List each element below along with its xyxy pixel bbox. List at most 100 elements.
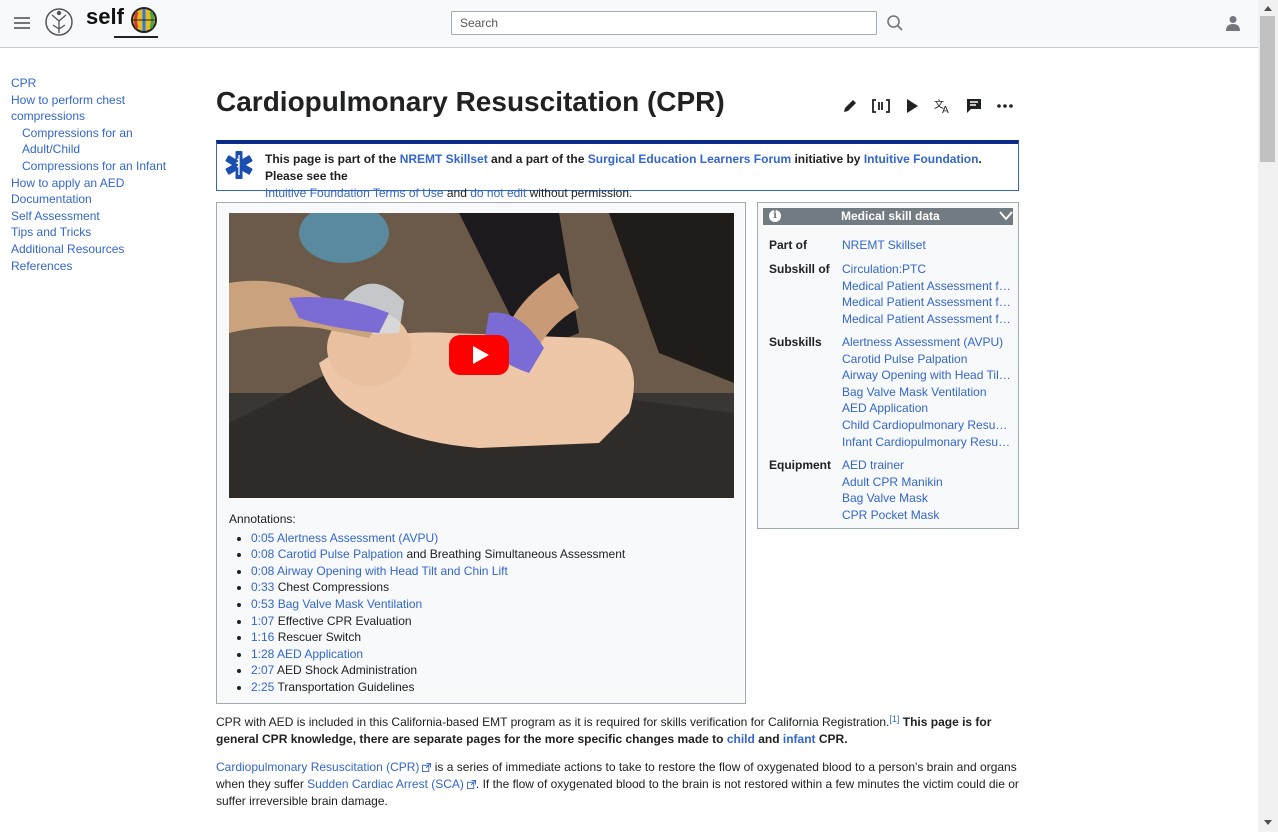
annotation-text: Chest Compressions xyxy=(274,580,390,595)
scroll-up-arrow-icon[interactable] xyxy=(1264,6,1272,11)
intuitive-foundation-link[interactable]: Intuitive Foundation xyxy=(864,152,979,166)
infobox-link[interactable]: Adult CPR Manikin xyxy=(842,474,1012,491)
star-of-life-icon xyxy=(225,151,253,179)
toc-item-chest-compressions[interactable]: How to perform chest compressions xyxy=(11,92,191,125)
list-item: 1:16 Rescuer Switch xyxy=(251,629,625,646)
edit-icon[interactable] xyxy=(838,96,862,116)
toc-item-cpr[interactable]: CPR xyxy=(11,75,191,92)
scroll-down-arrow-icon[interactable] xyxy=(1264,820,1272,825)
hamburger-menu-icon[interactable] xyxy=(14,14,30,32)
annotation-text: Rescuer Switch xyxy=(274,630,362,645)
list-item: 2:07 AED Shock Administration xyxy=(251,662,625,679)
timestamp-link[interactable]: 1:07 xyxy=(251,614,274,628)
child-cpr-link[interactable]: child xyxy=(727,732,755,746)
terms-of-use-link[interactable]: Intuitive Foundation Terms of Use xyxy=(265,186,444,200)
notice-text-1: This page is part of the xyxy=(265,152,400,166)
cpr-external-link[interactable]: Cardiopulmonary Resuscitation (CPR) xyxy=(216,760,419,774)
timestamp-link[interactable]: 0:53 xyxy=(251,597,274,611)
annotation-link[interactable]: Airway Opening with Head Tilt and Chin L… xyxy=(274,564,508,578)
infobox-link[interactable]: Circulation:PTC xyxy=(842,261,1012,278)
vertical-scrollbar[interactable] xyxy=(1258,0,1278,832)
list-item: 0:08 Carotid Pulse Palpation and Breathi… xyxy=(251,546,625,563)
talk-icon[interactable] xyxy=(962,96,986,116)
annotation-text: Effective CPR Evaluation xyxy=(274,613,412,628)
infobox-label: Equipment xyxy=(769,458,831,472)
top-header: self xyxy=(0,0,1258,48)
source-icon[interactable] xyxy=(869,96,893,116)
search-input[interactable] xyxy=(451,11,877,35)
toc-item-references[interactable]: References xyxy=(11,258,191,275)
timestamp-link[interactable]: 2:07 xyxy=(251,663,274,677)
infobox-link[interactable]: Medical Patient Assessment for… xyxy=(842,294,1012,311)
timestamp-link[interactable]: 1:28 xyxy=(251,647,274,661)
infobox-link[interactable]: Infant Cardiopulmonary Resusc… xyxy=(842,434,1012,451)
translate-icon[interactable]: 文A xyxy=(931,96,955,116)
infobox-header[interactable]: i Medical skill data xyxy=(763,208,1013,225)
video-player[interactable] xyxy=(229,213,734,498)
scroll-thumb[interactable] xyxy=(1260,16,1275,162)
sca-external-link[interactable]: Sudden Cardiac Arrest (SCA) xyxy=(307,777,464,791)
annotation-link[interactable]: Alertness Assessment (AVPU) xyxy=(274,531,438,545)
infobox-link[interactable]: Child Cardiopulmonary Resusci… xyxy=(842,417,1012,434)
infobox-link[interactable]: Bag Valve Mask xyxy=(842,490,1012,507)
infobox-link[interactable]: Medical Patient Assessment for… xyxy=(842,311,1012,328)
timestamp-link[interactable]: 0:08 xyxy=(251,564,274,578)
logo-emblem-icon[interactable] xyxy=(44,5,74,39)
user-icon[interactable] xyxy=(1226,15,1240,31)
annotation-text: Transportation Guidelines xyxy=(274,679,415,694)
timestamp-link[interactable]: 0:33 xyxy=(251,580,274,594)
infobox-link[interactable]: CPR Pocket Mask xyxy=(842,507,1012,524)
logo-underline xyxy=(114,36,158,38)
timestamp-link[interactable]: 2:25 xyxy=(251,680,274,694)
more-icon[interactable] xyxy=(993,96,1017,116)
annotation-link[interactable]: AED Application xyxy=(274,647,363,661)
annotation-link[interactable]: Bag Valve Mask Ventilation xyxy=(274,597,423,611)
infobox-link[interactable]: Medical Patient Assessment for… xyxy=(842,278,1012,295)
timestamp-link[interactable]: 0:05 xyxy=(251,531,274,545)
medical-skill-infobox: i Medical skill data Part of NREMT Skill… xyxy=(757,202,1019,529)
timestamp-link[interactable]: 1:16 xyxy=(251,630,274,644)
reference-link[interactable]: [1] xyxy=(889,714,899,724)
page-actions: 文A xyxy=(838,96,1024,116)
toc-item-aed[interactable]: How to apply an AED xyxy=(11,175,191,192)
infobox-link[interactable]: AED Application xyxy=(842,400,1012,417)
infobox-label: Part of xyxy=(769,238,808,252)
chevron-down-icon[interactable] xyxy=(999,211,1013,221)
infobox-link[interactable]: Alertness Assessment (AVPU) xyxy=(842,334,1012,351)
intro-bold-text-2: and xyxy=(754,732,783,746)
list-item: 0:33 Chest Compressions xyxy=(251,579,625,596)
list-item: 1:07 Effective CPR Evaluation xyxy=(251,613,625,630)
toc-item-tips[interactable]: Tips and Tricks xyxy=(11,224,191,241)
do-not-edit-link[interactable]: do not edit xyxy=(470,186,526,200)
toc-item-infant[interactable]: Compressions for an Infant xyxy=(11,158,191,175)
annotations-list: 0:05 Alertness Assessment (AVPU) 0:08 Ca… xyxy=(229,530,625,696)
search-icon[interactable] xyxy=(886,14,904,32)
self-forum-link[interactable]: Surgical Education Learners Forum xyxy=(588,152,791,166)
infobox-link[interactable]: Bag Valve Mask Ventilation xyxy=(842,384,1012,401)
list-item: 0:53 Bag Valve Mask Ventilation xyxy=(251,596,625,613)
play-icon[interactable] xyxy=(900,96,924,116)
infant-cpr-link[interactable]: infant xyxy=(783,732,816,746)
notice-text-3: initiative by xyxy=(791,152,864,166)
infobox-link[interactable]: NREMT Skillset xyxy=(842,237,1012,254)
logo-text[interactable]: self xyxy=(86,4,124,30)
list-item: 0:08 Airway Opening with Head Tilt and C… xyxy=(251,563,625,580)
timestamp-link[interactable]: 0:08 xyxy=(251,547,274,561)
toc-item-self-assessment[interactable]: Self Assessment xyxy=(11,208,191,225)
infobox-link[interactable]: AED trainer xyxy=(842,457,1012,474)
video-panel: Annotations: 0:05 Alertness Assessment (… xyxy=(216,202,746,704)
toc-item-documentation[interactable]: Documentation xyxy=(11,191,191,208)
list-item: 0:05 Alertness Assessment (AVPU) xyxy=(251,530,625,547)
annotation-text: AED Shock Administration xyxy=(274,663,418,678)
list-item: 1:28 AED Application xyxy=(251,646,625,663)
logo-globe-icon[interactable] xyxy=(130,6,158,34)
external-link-icon xyxy=(466,780,476,789)
nremt-skillset-link[interactable]: NREMT Skillset xyxy=(400,152,488,166)
cpr-video-thumbnail xyxy=(229,213,734,498)
toc-item-adult-child[interactable]: Compressions for an Adult/Child xyxy=(11,125,191,158)
infobox-label: Subskills xyxy=(769,335,822,349)
infobox-link[interactable]: Carotid Pulse Palpation xyxy=(842,351,1012,368)
toc-item-resources[interactable]: Additional Resources xyxy=(11,241,191,258)
annotation-link[interactable]: Carotid Pulse Palpation xyxy=(274,547,403,561)
infobox-link[interactable]: Airway Opening with Head Tilt … xyxy=(842,367,1012,384)
